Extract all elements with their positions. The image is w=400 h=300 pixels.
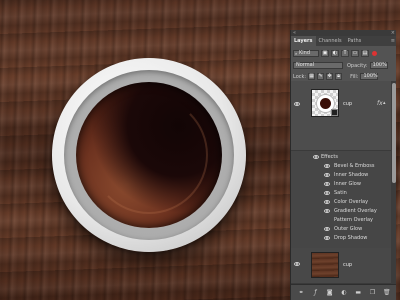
effect-row[interactable]: Outer Glow	[291, 225, 391, 234]
effect-label: Pattern Overlay	[334, 217, 374, 223]
coffee-highlight	[90, 96, 208, 214]
lock-all-icon[interactable]: 🔒︎	[335, 73, 343, 80]
fx-badge-icon[interactable]: fx	[377, 100, 383, 107]
visibility-eye-icon[interactable]	[324, 236, 330, 240]
mask-icon[interactable]: ◙	[326, 289, 334, 297]
new-layer-icon[interactable]: ❐	[369, 289, 377, 297]
effect-row[interactable]: Gradient Overlay	[291, 207, 391, 216]
lock-row: Lock: ▦ ✎ ✥ 🔒︎ Fill: 100%	[291, 72, 396, 81]
visibility-eye-icon[interactable]	[324, 209, 330, 213]
tab-paths[interactable]: Paths	[345, 36, 365, 46]
effect-row[interactable]: Inner Shadow	[291, 171, 391, 180]
filter-row: ⌕ Kind ▣ ◐ T ▭ ▤	[291, 49, 396, 58]
effect-label: Outer Glow	[334, 226, 363, 232]
layers-list: cup fx ▴ Effects Bevel & Emboss Inner Sh…	[291, 81, 396, 284]
layers-panel: « × Layers Channels Paths ≡ ⌕ Kind ▣ ◐ T…	[290, 30, 396, 300]
smart-object-badge-icon	[331, 109, 338, 116]
adjustment-icon[interactable]: ◐	[340, 289, 348, 297]
effect-label: Satin	[334, 190, 347, 196]
tab-layers[interactable]: Layers	[291, 36, 316, 46]
collapse-effects-icon[interactable]: ▴	[383, 100, 386, 106]
layers-bottom-toolbar: ⚭ ƒ ◙ ◐ ▬ ❐ 🗑︎	[291, 284, 396, 300]
filter-kind-select[interactable]: ⌕ Kind	[293, 50, 319, 57]
scrollbar-thumb[interactable]	[392, 83, 396, 183]
effect-label: Color Overlay	[334, 199, 369, 205]
effect-row[interactable]: Pattern Overlay	[291, 216, 391, 225]
visibility-eye-icon[interactable]	[324, 173, 330, 177]
fill-field[interactable]: 100%	[360, 73, 379, 80]
opacity-label: Opacity:	[347, 62, 368, 69]
search-icon: ⌕	[295, 51, 298, 56]
visibility-eye-icon[interactable]	[324, 164, 330, 168]
effect-label: Inner Shadow	[334, 172, 369, 178]
effects-header-row[interactable]: Effects	[291, 153, 391, 162]
layer-thumbnail	[311, 89, 339, 117]
lock-position-icon[interactable]: ✥	[326, 73, 334, 80]
lock-label: Lock:	[293, 73, 307, 80]
visibility-eye-icon[interactable]	[324, 191, 330, 195]
effect-row[interactable]: Drop Shadow	[291, 234, 391, 243]
opacity-field[interactable]: 100%	[369, 62, 388, 69]
tab-channels[interactable]: Channels	[316, 36, 345, 46]
visibility-eye-icon[interactable]	[324, 200, 330, 204]
filter-kind-label: Kind	[299, 50, 311, 56]
layer-name[interactable]: cup	[343, 101, 352, 107]
effect-label: Bevel & Emboss	[334, 163, 375, 169]
blend-row: Normal Opacity: 100%	[291, 61, 396, 70]
lock-pixels-icon[interactable]: ✎	[317, 73, 325, 80]
filter-shape-icon[interactable]: ▭	[351, 50, 359, 57]
visibility-eye-icon[interactable]	[294, 262, 300, 266]
trash-icon[interactable]: 🗑︎	[383, 289, 391, 297]
panel-tabs: Layers Channels Paths ≡	[291, 36, 396, 46]
visibility-eye-icon[interactable]	[313, 155, 319, 159]
effect-row[interactable]: Inner Glow	[291, 180, 391, 189]
fx-icon[interactable]: ƒ	[311, 289, 319, 297]
effect-row[interactable]: Color Overlay	[291, 198, 391, 207]
filter-adjustment-icon[interactable]: ◐	[331, 50, 339, 57]
layer-thumbnail	[311, 252, 339, 278]
effect-row[interactable]: Satin	[291, 189, 391, 198]
fill-label: Fill:	[350, 73, 359, 80]
layer-row[interactable]: cup fx ▴	[291, 81, 391, 151]
filter-smart-object-icon[interactable]: ▤	[361, 50, 369, 57]
effects-header: Effects	[321, 154, 338, 160]
panel-menu-icon[interactable]: ≡	[391, 36, 395, 46]
effect-label: Gradient Overlay	[334, 208, 377, 214]
layer-row[interactable]: cup	[291, 248, 391, 284]
filter-toggle-icon[interactable]	[372, 51, 377, 56]
visibility-eye-icon[interactable]	[324, 227, 330, 231]
layer-name[interactable]: cup	[343, 262, 352, 268]
filter-pixel-icon[interactable]: ▣	[321, 50, 329, 57]
effect-label: Drop Shadow	[334, 235, 368, 241]
layers-scrollbar[interactable]	[391, 81, 396, 284]
thumb-coffee	[320, 98, 331, 109]
visibility-eye-icon[interactable]	[324, 182, 330, 186]
effect-label: Inner Glow	[334, 181, 361, 187]
filter-type-icon[interactable]: T	[341, 50, 349, 57]
lock-transparent-icon[interactable]: ▦	[308, 73, 316, 80]
effect-row[interactable]: Bevel & Emboss	[291, 162, 391, 171]
folder-icon[interactable]: ▬	[354, 289, 362, 297]
blend-mode-select[interactable]: Normal	[293, 62, 343, 69]
visibility-eye-icon[interactable]	[294, 102, 300, 106]
link-icon[interactable]: ⚭	[297, 289, 305, 297]
